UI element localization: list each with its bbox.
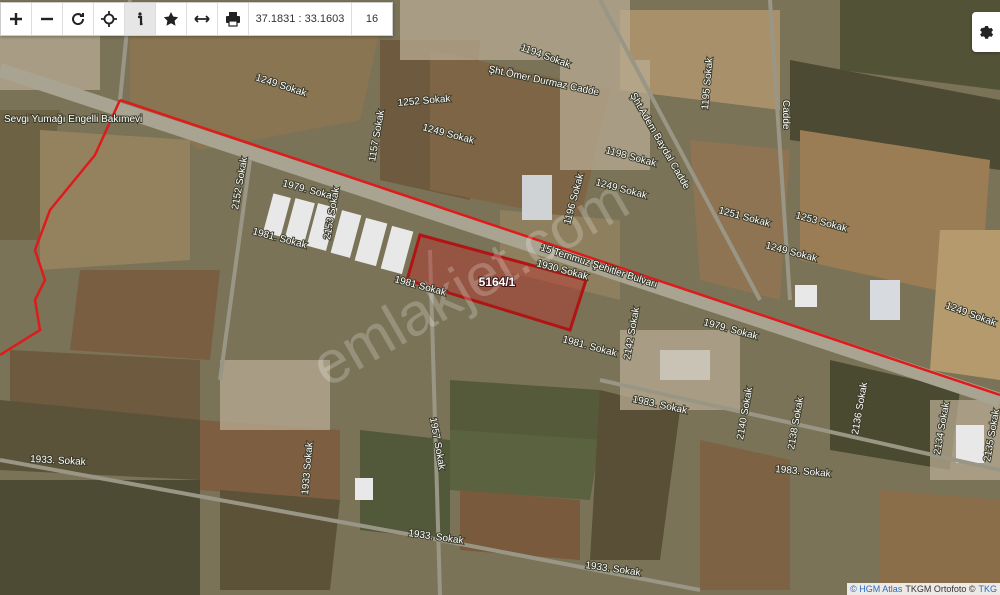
attribution-tkgm: TKGM Ortofoto © [905,584,976,594]
zoom-in-icon [10,13,22,25]
label-cadde: Cadde [780,100,791,130]
locate-icon [101,11,117,27]
zoom-in-button[interactable] [1,3,32,35]
info-button[interactable] [125,3,156,35]
star-icon [163,12,179,26]
zoom-out-icon [41,17,53,21]
zoom-out-button[interactable] [32,3,63,35]
settings-button[interactable] [972,12,1000,52]
attribution-tkg[interactable]: TKG [978,584,997,594]
measure-button[interactable] [187,3,218,35]
favorite-button[interactable] [156,3,187,35]
locate-button[interactable] [94,3,125,35]
measure-icon [194,15,210,23]
zoom-level-display: 16 [365,13,379,25]
gear-icon [980,26,994,39]
label-bakimevi: Sevgi Yumağı Engelli Bakımevi [4,114,142,125]
satellite-map[interactable]: 5164/1 emlakjet.com Sevgi Yumağı Engelli… [0,0,1000,595]
print-button[interactable] [218,3,249,35]
refresh-icon [72,13,85,26]
info-icon [138,12,143,26]
print-icon [226,12,240,27]
map-toolbar: 37.1831 : 33.1603 16 [0,2,393,36]
coordinate-display: 37.1831 : 33.1603 [249,3,352,35]
map-attribution: © HGM Atlas TKGM Ortofoto © TKG [847,583,1000,595]
refresh-button[interactable] [63,3,94,35]
attribution-hgm[interactable]: © HGM Atlas [850,584,902,594]
